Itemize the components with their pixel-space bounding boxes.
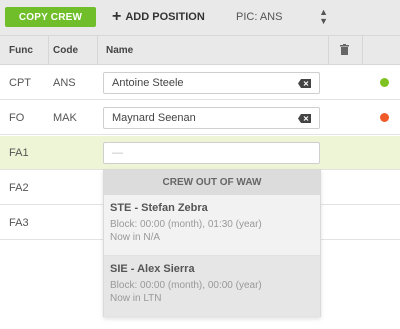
row-func: FA3	[9, 216, 29, 229]
crew-name-input[interactable]: Maynard Seenan	[103, 107, 320, 129]
crew-suggestion-item[interactable]: STE - Stefan Zebra Block: 00:00 (month),…	[104, 195, 320, 256]
header-code: Code	[53, 44, 78, 56]
row-code: ANS	[53, 76, 76, 89]
add-position-label: ADD POSITION	[125, 11, 205, 23]
header-func: Func	[9, 44, 33, 56]
crew-name-value: Antoine Steele	[112, 77, 184, 89]
suggestion-block: Block: 00:00 (month), 01:30 (year)	[110, 219, 262, 230]
row-func: FA2	[9, 181, 29, 194]
crew-suggestions-dropdown: CREW OUT OF WAW STE - Stefan Zebra Block…	[103, 169, 321, 317]
suggestion-block: Block: 00:00 (month), 00:00 (year)	[110, 280, 262, 291]
trash-icon[interactable]	[340, 44, 349, 55]
add-position-button[interactable]: + ADD POSITION	[112, 8, 205, 26]
table-header: Func Code Name	[0, 35, 400, 65]
crew-name-value: Maynard Seenan	[112, 112, 196, 124]
dropdown-group-header: CREW OUT OF WAW	[104, 170, 320, 195]
crew-suggestion-item[interactable]: SIE - Alex Sierra Block: 00:00 (month), …	[104, 256, 320, 317]
column-divider	[328, 36, 329, 64]
row-func: FO	[9, 111, 25, 124]
crew-toolbar: COPY CREW + ADD POSITION PIC: ANS ▲ ▼	[0, 0, 400, 35]
table-row: CPT ANS Antoine Steele	[0, 66, 400, 100]
clear-input-icon[interactable]	[298, 79, 311, 88]
row-code: MAK	[53, 111, 77, 124]
crew-name-placeholder: —	[112, 147, 123, 159]
row-func: FA1	[9, 146, 29, 159]
crew-name-input[interactable]: —	[103, 142, 320, 164]
clear-input-icon[interactable]	[298, 114, 311, 123]
column-divider	[97, 36, 98, 64]
column-divider	[362, 36, 363, 64]
row-func: CPT	[9, 76, 31, 89]
status-dot-green	[380, 78, 389, 87]
header-name: Name	[106, 44, 134, 56]
status-dot-red	[380, 113, 389, 122]
table-row: FO MAK Maynard Seenan	[0, 101, 400, 135]
pic-select[interactable]: PIC: ANS ▲ ▼	[236, 8, 332, 26]
copy-crew-button[interactable]: COPY CREW	[5, 7, 96, 27]
suggestion-location: Now in N/A	[110, 232, 161, 243]
table-row-active: FA1 —	[0, 136, 400, 170]
crew-name-input[interactable]: Antoine Steele	[103, 72, 320, 94]
suggestion-title: STE - Stefan Zebra	[110, 202, 208, 214]
select-updown-icon: ▲ ▼	[319, 7, 328, 26]
plus-icon: +	[112, 8, 122, 25]
suggestion-title: SIE - Alex Sierra	[110, 263, 195, 275]
column-divider	[48, 36, 49, 64]
pic-select-value: PIC: ANS	[236, 11, 283, 23]
suggestion-location: Now in LTN	[110, 293, 162, 304]
